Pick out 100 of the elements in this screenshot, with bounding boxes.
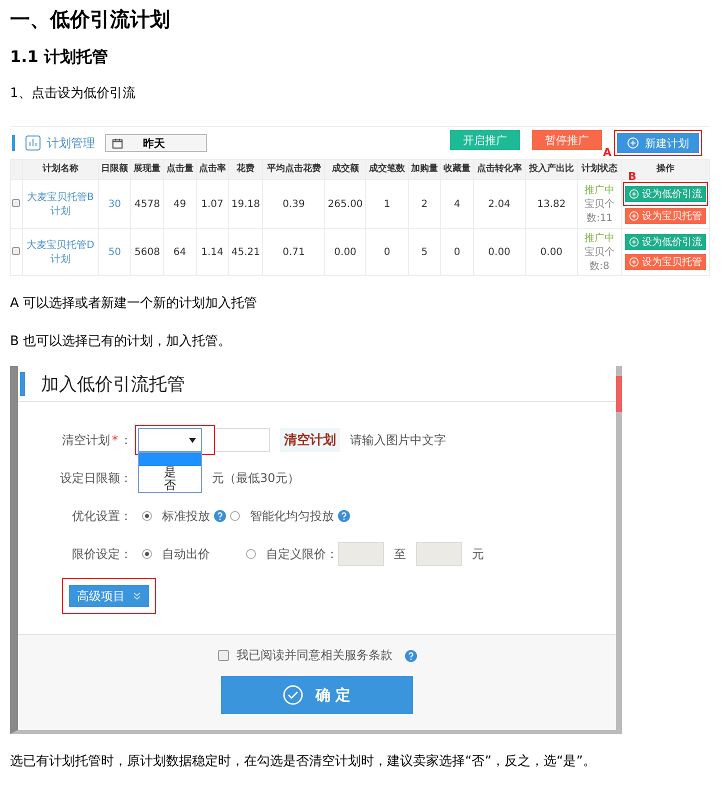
table-cell: 13.82 [525,180,578,228]
section-heading: 1.1 计划托管 [10,46,109,68]
annotation-letter: B [628,171,636,182]
radio-label: 标准投放 [162,508,210,524]
caret-icon [189,438,196,443]
table-cell: 0 [366,228,408,276]
agree-checkbox[interactable] [218,650,228,661]
toolbar-button[interactable]: 暂停推广 [532,130,602,150]
table-cell: 4 [440,180,474,228]
radio-label: 自动出价 [162,546,210,562]
column-header: 成交额 [324,160,366,180]
table-cell: 0.00 [473,228,526,276]
plus-circle-icon [629,189,639,199]
page-heading: 一、低价引流计划 [10,6,171,33]
help-icon[interactable] [214,510,226,522]
max-price-input[interactable] [416,542,462,566]
help-icon[interactable] [338,510,350,522]
scrollbar-thumb[interactable] [616,376,622,412]
radio-button[interactable] [142,511,152,521]
chevron-down-icon [133,592,141,600]
table-cell: 265.00 [324,180,366,228]
field-label: 优化设置： [71,508,133,524]
table-cell: 0 [440,228,474,276]
radio-label: 自定义限价： [266,546,338,562]
status-text: 推广中 [584,184,616,197]
check-circle-icon [283,685,304,705]
column-header: 日限额 [98,160,131,180]
annotation-letter: A [603,147,612,158]
row-checkbox[interactable] [12,198,20,206]
column-header: 加购量 [408,160,441,180]
item-count: 宝贝个数:11 [584,198,616,225]
column-header: 收藏量 [440,160,474,180]
advanced-button[interactable]: 高级项目 [69,585,149,607]
table-cell: 0.39 [262,180,325,228]
radio-button[interactable] [246,549,256,559]
dropdown-highlight [139,453,201,466]
toolbar-button[interactable]: 新建计划 [617,133,699,153]
table-cell: 49 [163,180,196,228]
plan-name-link[interactable]: 大麦宝贝托管B计划 [22,180,98,228]
table-cell: 0.00 [324,228,366,276]
action-button[interactable]: 设为宝贝托管 [625,208,706,224]
radio-button[interactable] [230,511,240,521]
column-header: 花费 [228,160,263,180]
table-cell: 45.21 [228,228,263,276]
column-header: 计划名称 [22,160,98,180]
accent-bar [20,372,25,396]
captcha-hint: 请输入图片中文字 [350,432,446,448]
table-cell: 1.07 [196,180,229,228]
field-label: 限价设定： [71,546,133,562]
plus-circle-icon [627,137,639,149]
plus-circle-icon [629,257,639,267]
status-text: 推广中 [584,232,616,245]
radio-label: 智能化均匀投放 [250,508,334,524]
captcha-input[interactable] [214,428,270,452]
table-cell: 0.00 [525,228,578,276]
column-header: 点击转化率 [473,160,526,180]
radio-button[interactable] [142,549,152,559]
note-text: A 可以选择或者新建一个新的计划加入托管 [10,295,258,313]
confirm-button[interactable]: 确 定 [221,676,413,714]
limit-hint: 元（最低30元） [212,470,300,486]
plus-circle-icon [629,237,639,247]
column-header: 平均点击花费 [262,160,325,180]
bar-chart-icon [25,135,41,151]
action-button[interactable]: 设为低价引流 [625,234,706,250]
table-cell: 0.71 [262,228,325,276]
min-price-input[interactable] [338,542,384,566]
table-cell: 1 [366,180,408,228]
column-header: 点击率 [196,160,229,180]
table-cell: 30 [98,180,131,228]
column-header: 成交笔数 [366,160,408,180]
table-cell: 1.14 [196,228,229,276]
table-cell: 50 [98,228,131,276]
field-label: 清空计划 * ： [61,432,133,448]
plus-circle-icon [629,211,639,221]
agreement-text: 我已阅读并同意相关服务条款 [236,647,392,664]
column-header: 投入产出比 [525,160,578,180]
plan-name-link[interactable]: 大麦宝贝托管D计划 [22,228,98,276]
date-picker[interactable]: 昨天 [105,134,207,152]
row-checkbox[interactable] [12,246,20,254]
table-cell: 2.04 [473,180,526,228]
range-separator: 至 [394,546,406,562]
column-header: 点击量 [163,160,196,180]
table-cell: 19.18 [228,180,263,228]
table-cell: 2 [408,180,441,228]
help-icon[interactable] [404,650,416,662]
column-header: 展现量 [130,160,164,180]
column-header: 计划状态 [578,160,622,180]
note-text: B 也可以选择已有的计划，加入托管。 [10,333,232,351]
calendar-icon [112,138,123,148]
panel-title: 计划管理 [47,134,95,152]
captcha-image: 清空计划 [280,428,340,452]
table-cell: 4578 [130,180,164,228]
conclusion-text: 选已有计划托管时，原计划数据稳定时，在勾选是否清空计划时，建议卖家选择“否”，反之，选“是”。 [10,753,597,771]
action-button[interactable]: 设为宝贝托管 [625,254,706,270]
toolbar-button[interactable]: 开启推广 [450,130,520,150]
field-label: 设定日限额： [59,470,133,486]
action-button[interactable]: 设为低价引流 [625,186,706,202]
unit-label: 元 [472,546,484,562]
dialog-title: 加入低价引流托管 [41,372,185,396]
step-text: 1、点击设为低价引流 [10,85,136,103]
